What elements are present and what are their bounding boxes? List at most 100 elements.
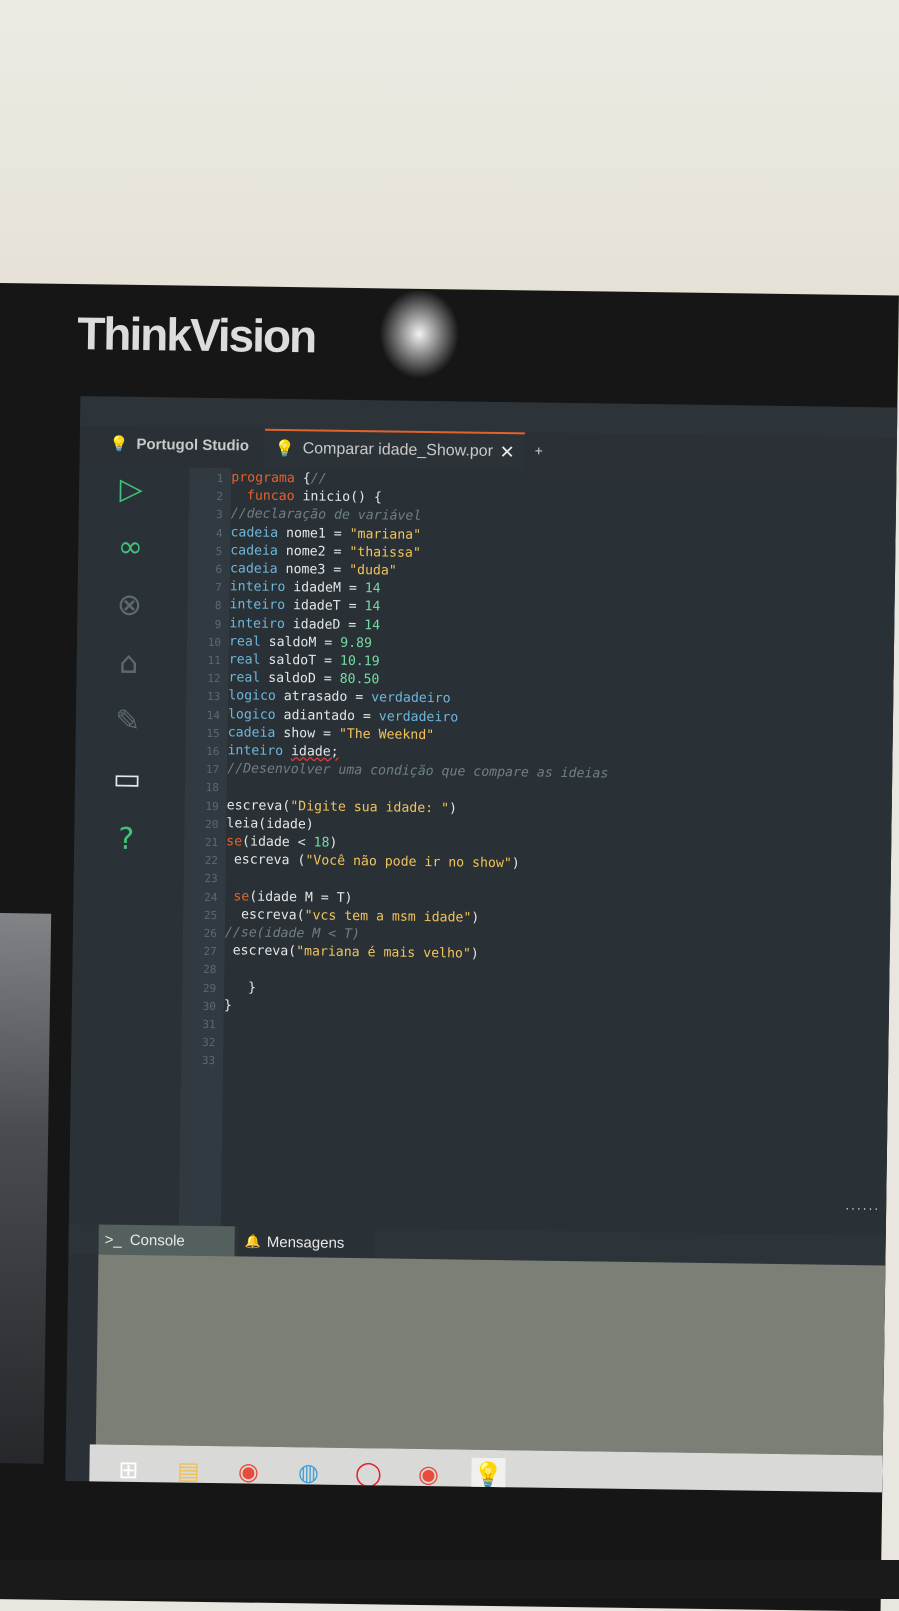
code-line: cadeia nome3 = "duda" xyxy=(230,561,397,578)
toolbar-sidebar: ▷ ∞ ⊗ ⌂ ✎ ▭? xyxy=(68,466,190,1238)
tab-label: Comparar idade_Show.por xyxy=(302,440,494,460)
folder-icon[interactable]: ▭ xyxy=(105,757,150,802)
code-token: ) xyxy=(470,946,479,962)
code-token: "Digite sua idade: " xyxy=(290,798,450,816)
chrome-profile-icon[interactable]: ◉ xyxy=(411,1457,445,1491)
code-token: logico xyxy=(227,706,276,723)
tab-console[interactable]: >_ Console xyxy=(98,1224,235,1257)
line-number: 19 xyxy=(205,799,219,813)
code-editor[interactable]: programa {// funcao inicio() {//declaraç… xyxy=(220,468,897,1238)
save-as-icon[interactable]: ✎ xyxy=(106,699,151,744)
code-token: 10.19 xyxy=(339,653,380,670)
line-number: 7 xyxy=(215,581,222,595)
help-icon[interactable]: ? xyxy=(104,817,149,862)
code-token: "vcs tem a msm idade" xyxy=(304,908,472,926)
line-number: 17 xyxy=(205,763,220,777)
code-line: inteiro idadeM = 14 xyxy=(230,579,381,596)
code-token: idadeM = xyxy=(285,580,365,597)
code-token: real xyxy=(228,652,261,668)
code-token: "mariana é mais velho" xyxy=(296,944,471,962)
line-number: 4 xyxy=(215,526,223,540)
code-token: real xyxy=(228,670,261,686)
light-glare xyxy=(378,288,460,380)
line-number: 20 xyxy=(205,817,219,831)
code-token: 18 xyxy=(313,835,330,851)
line-number: 33 xyxy=(201,1054,216,1068)
line-number: 28 xyxy=(203,963,217,977)
code-line: real saldoD = 80.50 xyxy=(228,670,379,687)
code-token: } xyxy=(224,979,257,996)
run-icon[interactable]: ▷ xyxy=(109,467,154,512)
code-line: escreva("vcs tem a msm idade") xyxy=(225,907,479,926)
code-token: ) xyxy=(329,835,338,851)
line-number: 12 xyxy=(207,672,221,686)
portugol-studio-window: 💡 Portugol Studio 💡 Comparar idade_Show.… xyxy=(65,396,898,1493)
code-token: // xyxy=(310,471,327,487)
code-token: escreva ( xyxy=(225,852,306,869)
code-token: (idade M = T) xyxy=(249,889,353,906)
code-token: leia(idade) xyxy=(226,816,314,833)
code-token: inteiro xyxy=(227,743,284,759)
console-output[interactable] xyxy=(95,1254,886,1456)
tab-mensagens[interactable]: 🔔 Mensagens xyxy=(238,1226,375,1259)
monitor-brand: ThinkVision xyxy=(76,307,316,363)
code-line: inteiro idadeT = 14 xyxy=(229,598,380,615)
file-explorer-icon[interactable]: ▤ xyxy=(171,1454,205,1488)
tab-comparar-idade-show[interactable]: 💡 Comparar idade_Show.por ✕ xyxy=(264,428,525,471)
code-token: "duda" xyxy=(349,562,397,579)
code-token: inteiro xyxy=(229,615,285,632)
code-token: } xyxy=(223,997,232,1014)
code-token: idade; xyxy=(290,744,339,760)
code-token: escreva( xyxy=(225,907,305,924)
code-line: escreva("mariana é mais velho") xyxy=(225,943,479,962)
editor-resize-handle[interactable]: ······ xyxy=(845,1202,880,1216)
line-number: 26 xyxy=(203,926,218,941)
code-line: //se(idade M < T) xyxy=(225,925,360,942)
debug-icon[interactable]: ∞ xyxy=(108,525,153,570)
code-line: logico adiantado = verdadeiro xyxy=(228,707,458,725)
windows-start-icon[interactable]: ⊞ xyxy=(111,1453,145,1487)
code-token: idadeT = xyxy=(284,598,365,615)
line-number: 27 xyxy=(203,945,217,959)
browser-icon[interactable]: ◍ xyxy=(291,1455,325,1489)
portugol-studio-taskbar-icon[interactable]: 💡 xyxy=(471,1457,506,1493)
code-token: cadeia xyxy=(227,725,276,741)
close-tab-icon[interactable]: ✕ xyxy=(499,441,514,462)
code-token: inicio() { xyxy=(294,489,383,506)
app-title[interactable]: 💡 Portugol Studio xyxy=(110,427,250,463)
code-token: funcao xyxy=(246,488,295,505)
line-number: 8 xyxy=(214,599,222,613)
code-token: logico xyxy=(228,688,276,705)
line-number: 13 xyxy=(206,690,221,704)
code-line: funcao inicio() { xyxy=(231,488,383,506)
code-token: ) xyxy=(448,800,458,817)
console-icon: >_ xyxy=(104,1231,122,1249)
code-line: programa {// xyxy=(231,470,327,486)
code-token: cadeia xyxy=(229,561,278,577)
line-number: 10 xyxy=(207,635,222,649)
code-token: saldoT = xyxy=(260,652,341,669)
stop-icon[interactable]: ⊗ xyxy=(107,583,152,628)
code-token: inteiro xyxy=(229,579,286,596)
code-token: 14 xyxy=(364,581,381,597)
code-line: se(idade < 18) xyxy=(226,834,337,851)
line-number: 23 xyxy=(204,872,218,886)
chrome-icon[interactable]: ◉ xyxy=(231,1454,265,1488)
line-number: 9 xyxy=(214,617,222,631)
code-token: nome2 = xyxy=(277,543,350,560)
code-line: logico atrasado = verdadeiro xyxy=(228,689,451,707)
save-icon[interactable]: ⌂ xyxy=(106,641,151,686)
code-line: leia(idade) xyxy=(226,816,314,832)
code-token: inteiro xyxy=(229,597,286,614)
line-number: 31 xyxy=(202,1017,216,1032)
code-token: idadeD = xyxy=(284,616,365,633)
code-token: ) xyxy=(511,856,520,872)
line-number: 18 xyxy=(205,781,220,795)
line-number: 32 xyxy=(202,1036,216,1050)
add-tab-icon[interactable]: + xyxy=(535,442,543,458)
line-number: 14 xyxy=(206,708,221,722)
opera-icon[interactable]: ◯ xyxy=(351,1456,385,1490)
line-number: 15 xyxy=(206,726,220,740)
code-token: escreva( xyxy=(224,943,297,960)
code-token: 14 xyxy=(364,599,381,615)
